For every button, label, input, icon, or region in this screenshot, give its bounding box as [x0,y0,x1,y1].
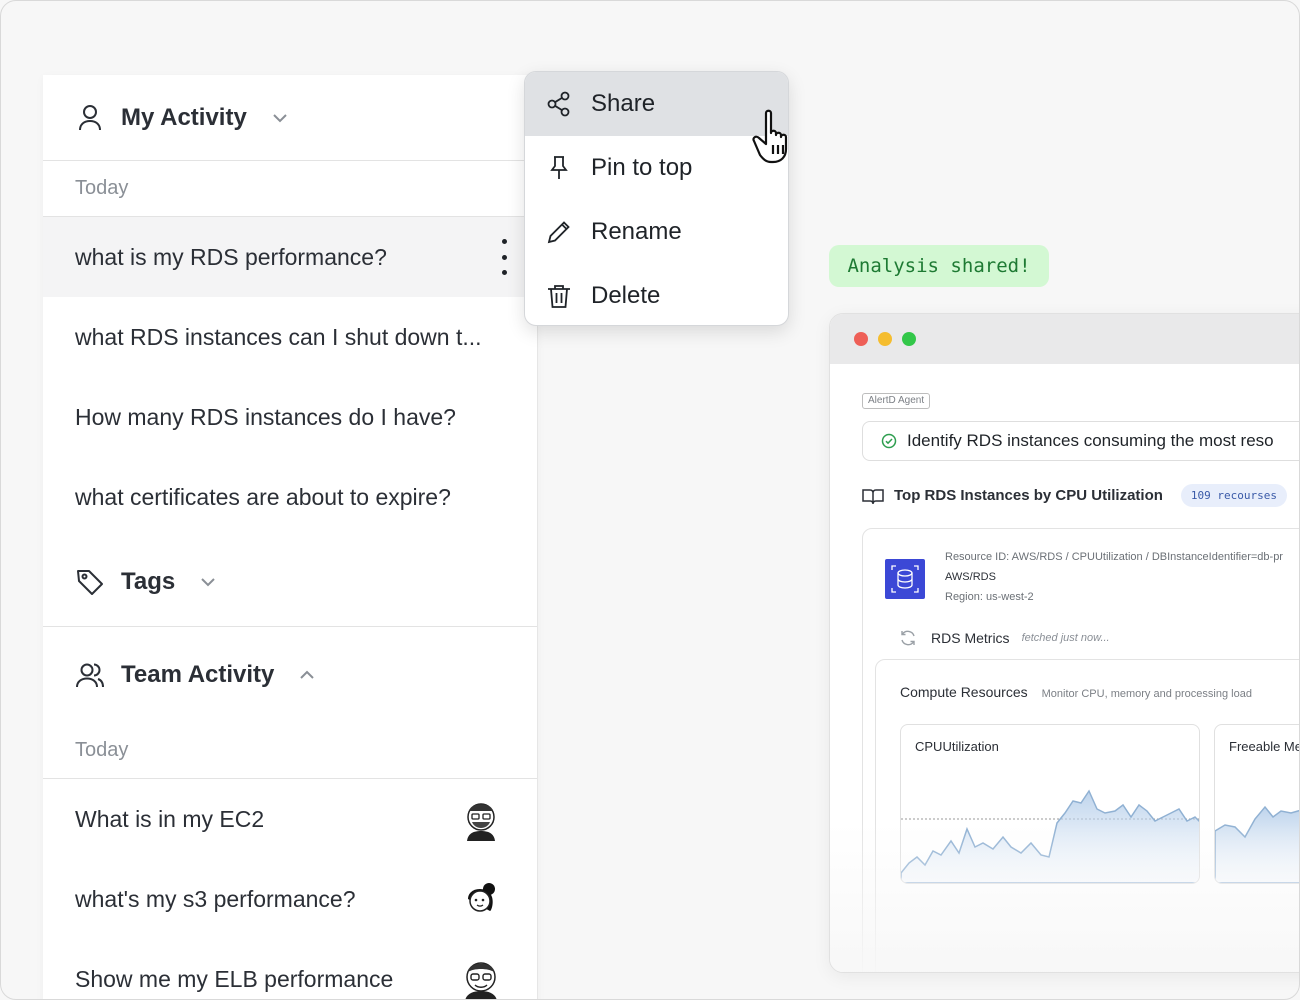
rename-label: Rename [591,218,682,245]
metric-card-cpu[interactable]: CPUUtilization [900,724,1200,884]
task-text: Identify RDS instances consuming the mos… [907,431,1274,450]
pin-icon [545,154,573,182]
app-frame: My Activity Today what is my RDS perform… [0,0,1300,1000]
list-item[interactable]: what RDS instances can I shut down t... [43,297,537,377]
agent-tag: AlertD Agent [862,393,931,409]
chevron-up-icon[interactable] [296,664,318,686]
list-item-label: what is my RDS performance? [75,243,387,270]
memory-sparkline [1215,805,1299,883]
cpu-sparkline [901,789,1199,883]
avatar [468,883,495,912]
compute-panel: Compute Resources Monitor CPU, memory an… [875,659,1300,972]
check-circle-icon [881,433,897,449]
metric-card-freeable-memory[interactable]: Freeable Me [1214,724,1300,884]
book-icon [862,487,884,505]
resource-region: Region: us-west-2 [945,591,1034,603]
list-item[interactable]: what is my RDS performance? [43,217,537,297]
list-item[interactable]: what certificates are about to expire? [43,457,537,537]
my-activity-title: My Activity [121,103,247,131]
section-title-text: Top RDS Instances by CPU Utilization [894,487,1163,504]
delete-menu-item[interactable]: Delete [525,264,788,325]
my-activity-header[interactable]: My Activity [43,75,537,161]
compute-title: Compute Resources [900,684,1028,700]
list-item-label: what certificates are about to expire? [75,483,451,510]
pencil-icon [545,218,573,246]
refresh-icon[interactable] [899,629,917,647]
hand-cursor-icon [752,109,788,164]
resource-card: Resource ID: AWS/RDS / CPUUtilization / … [862,528,1300,972]
list-item[interactable]: What is in my EC2 [43,779,537,859]
metrics-status: fetched just now... [1021,632,1110,644]
metric-card-label: Freeable Me [1229,739,1300,754]
team-activity-header[interactable]: Team Activity [43,627,537,723]
team-activity-group-label: Today [43,723,537,779]
task-bar: Identify RDS instances consuming the mos… [862,421,1299,461]
my-activity-group-label: Today [43,161,537,217]
close-dot[interactable] [854,332,868,346]
pin-label: Pin to top [591,154,693,181]
team-activity-title: Team Activity [121,661,275,688]
tags-title: Tags [121,567,176,595]
tags-header[interactable]: Tags [43,537,537,627]
database-icon [885,559,925,599]
list-item-label: what RDS instances can I shut down t... [75,323,482,350]
list-item[interactable]: what's my s3 performance? [43,859,537,939]
list-item-label: what's my s3 performance? [75,885,356,912]
tag-icon [75,567,105,597]
metrics-row: RDS Metrics fetched just now... [899,629,1110,647]
chevron-down-icon[interactable] [197,571,219,593]
window-titlebar [830,314,1299,364]
rename-menu-item[interactable]: Rename [525,200,788,264]
maximize-dot[interactable] [902,332,916,346]
avatar [465,962,497,999]
list-item[interactable]: How many RDS instances do I have? [43,377,537,457]
sidebar: My Activity Today what is my RDS perform… [43,75,538,999]
section-title: Top RDS Instances by CPU Utilization 109… [862,484,1288,507]
delete-label: Delete [591,282,661,309]
trash-icon [545,282,573,310]
chevron-down-icon[interactable] [269,107,291,129]
preview-window: AlertD Agent Identify RDS instances cons… [829,313,1300,973]
metrics-title: RDS Metrics [931,630,1010,646]
compute-header: Compute Resources Monitor CPU, memory an… [900,684,1252,700]
minimize-dot[interactable] [878,332,892,346]
resource-count-badge: 109 recourses [1180,484,1288,507]
list-item-label: How many RDS instances do I have? [75,403,456,430]
metric-card-label: CPUUtilization [915,739,999,754]
compute-subtitle: Monitor CPU, memory and processing load [1041,688,1252,700]
list-item[interactable]: Show me my ELB performance [43,939,537,999]
more-options-icon[interactable] [501,239,507,275]
shared-toast: Analysis shared! [829,245,1049,287]
list-item-label: Show me my ELB performance [75,965,394,992]
avatar [467,803,495,841]
list-item-label: What is in my EC2 [75,805,265,832]
resource-type: AWS/RDS [945,571,996,583]
share-label: Share [591,90,656,117]
share-icon [545,90,573,118]
resource-id: Resource ID: AWS/RDS / CPUUtilization / … [945,551,1283,563]
user-icon [75,103,105,133]
users-icon [75,660,105,690]
